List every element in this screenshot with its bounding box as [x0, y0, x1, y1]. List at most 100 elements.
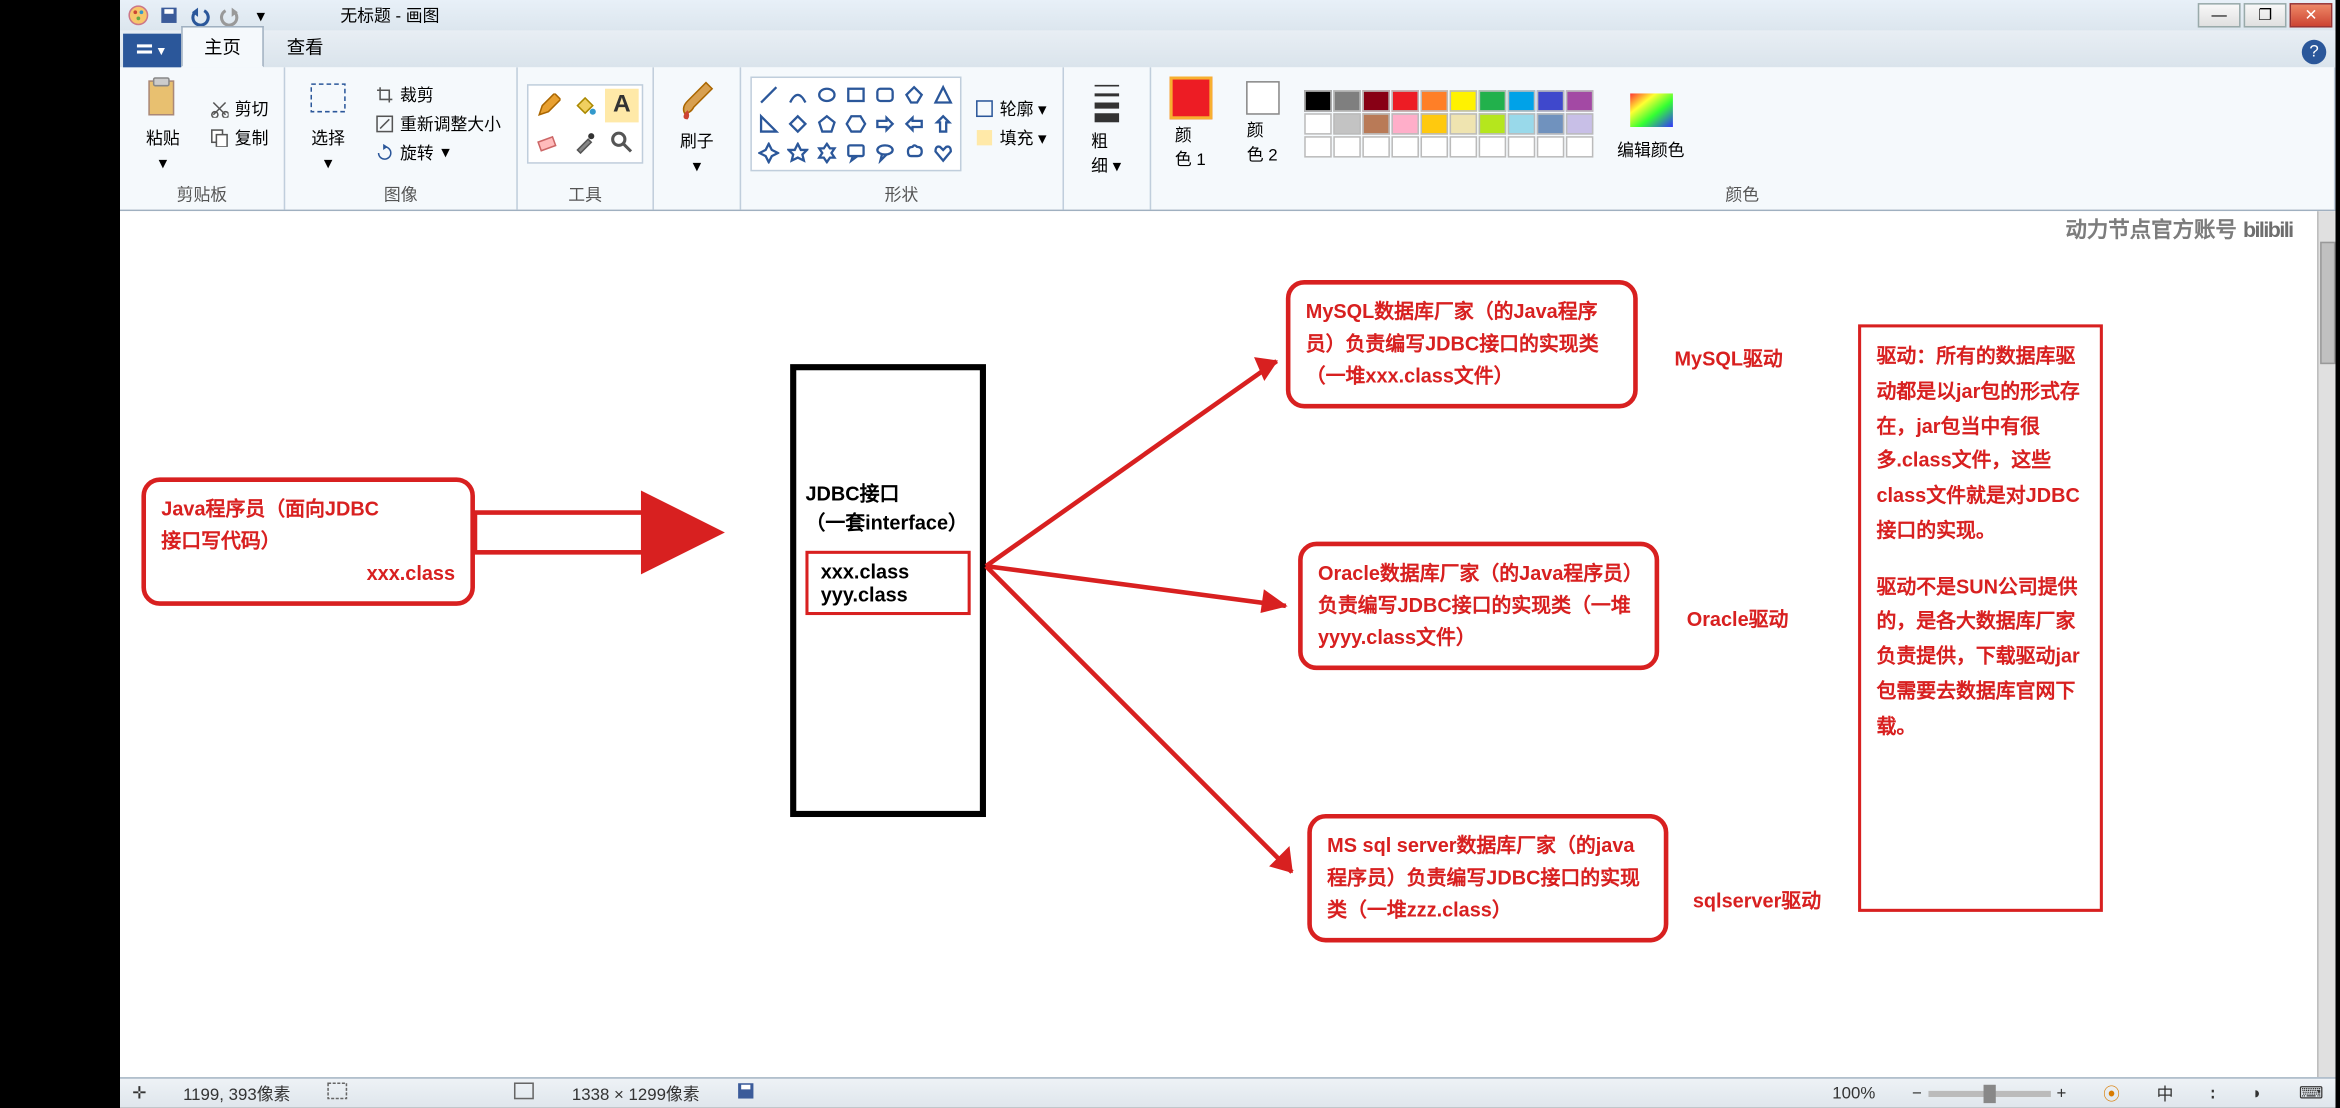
color-swatch[interactable]	[1304, 90, 1332, 111]
canvas-size: 1338 × 1299像素	[572, 1081, 700, 1105]
color-swatch[interactable]	[1536, 112, 1564, 133]
tab-home[interactable]: 主页	[181, 26, 264, 67]
shape-star4-icon[interactable]	[755, 138, 783, 166]
ime-soft-kbd-icon[interactable]: ⌨	[2299, 1083, 2323, 1103]
scroll-thumb[interactable]	[2320, 242, 2335, 364]
shape-arrow-u-icon[interactable]	[929, 109, 957, 137]
help-icon[interactable]: ?	[2302, 40, 2326, 64]
group-shapes: 轮廓▾ 填充▾ 形状	[741, 67, 1063, 209]
arrow-to-mssql	[986, 566, 1323, 903]
color-swatch[interactable]	[1449, 135, 1477, 156]
color1-swatch	[1169, 76, 1212, 119]
color-swatch[interactable]	[1478, 135, 1506, 156]
magnify-tool-icon[interactable]	[605, 125, 639, 159]
outline-button[interactable]: 轮廓▾	[968, 95, 1053, 123]
color-swatch[interactable]	[1536, 135, 1564, 156]
color-swatch[interactable]	[1362, 90, 1390, 111]
color-swatch[interactable]	[1391, 135, 1419, 156]
file-tab[interactable]: ▼	[123, 34, 181, 68]
close-button[interactable]: ✕	[2290, 3, 2333, 27]
copy-button[interactable]: 复制	[203, 124, 275, 152]
qat-dropdown-icon[interactable]: ▾	[249, 3, 273, 27]
color-swatch[interactable]	[1449, 112, 1477, 133]
fill-button[interactable]: 填充▾	[968, 124, 1053, 152]
shape-line-icon[interactable]	[755, 80, 783, 108]
shape-arrow-r-icon[interactable]	[871, 109, 899, 137]
color-swatch[interactable]	[1333, 112, 1361, 133]
shape-arrow-l-icon[interactable]	[900, 109, 928, 137]
shape-rtriangle-icon[interactable]	[755, 109, 783, 137]
ime-icon[interactable]: ⦿	[2103, 1081, 2120, 1105]
vertical-scrollbar[interactable]	[2317, 211, 2335, 1077]
zoom-out-icon[interactable]: −	[1912, 1084, 1922, 1102]
edit-colors-button[interactable]: 编辑颜色	[1608, 82, 1694, 165]
eraser-tool-icon[interactable]	[532, 125, 566, 159]
color-swatch[interactable]	[1478, 90, 1506, 111]
shape-roundrect-icon[interactable]	[871, 80, 899, 108]
shape-callout-rect-icon[interactable]	[842, 138, 870, 166]
thickness-button[interactable]: 粗细 ▾	[1072, 73, 1139, 180]
paste-button[interactable]: 粘贴 ▾	[129, 70, 196, 176]
shape-pentagon-icon[interactable]	[813, 109, 841, 137]
zoom-slider[interactable]: − +	[1912, 1084, 2066, 1102]
pencil-tool-icon[interactable]	[532, 88, 566, 122]
ime-lang[interactable]: 中	[2157, 1081, 2174, 1105]
zoom-in-icon[interactable]: +	[2057, 1084, 2067, 1102]
shape-star5-icon[interactable]	[784, 138, 812, 166]
shape-curve-icon[interactable]	[784, 80, 812, 108]
shape-oval-icon[interactable]	[813, 80, 841, 108]
color-swatch[interactable]	[1565, 135, 1593, 156]
save-icon[interactable]	[157, 3, 181, 27]
shape-rect-icon[interactable]	[842, 80, 870, 108]
ime-punct-icon[interactable]: ꓽ	[2210, 1083, 2215, 1103]
fill-tool-icon[interactable]	[568, 88, 602, 122]
color-swatch[interactable]	[1449, 90, 1477, 111]
color-swatch[interactable]	[1507, 90, 1535, 111]
color-swatch[interactable]	[1420, 90, 1448, 111]
color-swatch[interactable]	[1420, 135, 1448, 156]
rotate-button[interactable]: 旋转▾	[368, 138, 507, 166]
color-swatch[interactable]	[1333, 90, 1361, 111]
picker-tool-icon[interactable]	[568, 125, 602, 159]
color-swatch[interactable]	[1362, 135, 1390, 156]
color-swatch[interactable]	[1333, 135, 1361, 156]
shape-heart-icon[interactable]	[929, 138, 957, 166]
canvas[interactable]: 动力节点官方账号 bilibili Java程序员（面向JDBC 接口写代码） …	[120, 211, 2317, 1077]
color-swatch[interactable]	[1565, 112, 1593, 133]
shape-triangle-icon[interactable]	[929, 80, 957, 108]
color-swatch[interactable]	[1478, 112, 1506, 133]
shape-star6-icon[interactable]	[813, 138, 841, 166]
redo-icon[interactable]	[218, 3, 242, 27]
cut-button[interactable]: 剪切	[203, 95, 275, 123]
shapes-gallery[interactable]	[750, 76, 961, 171]
undo-icon[interactable]	[187, 3, 211, 27]
inner-class-box: xxx.class yyy.class	[805, 551, 970, 615]
color-swatch[interactable]	[1362, 112, 1390, 133]
color-swatch[interactable]	[1304, 112, 1332, 133]
color-swatch[interactable]	[1507, 135, 1535, 156]
color-swatch[interactable]	[1507, 112, 1535, 133]
color2-button[interactable]: 颜 色 2	[1236, 77, 1288, 169]
maximize-button[interactable]: ❐	[2244, 3, 2287, 27]
shape-polygon-icon[interactable]	[900, 80, 928, 108]
color-swatch[interactable]	[1304, 135, 1332, 156]
shape-hexagon-icon[interactable]	[842, 109, 870, 137]
color-swatch[interactable]	[1565, 90, 1593, 111]
quick-access-toolbar: ▾	[120, 3, 279, 27]
color1-button[interactable]: 颜 色 1	[1160, 73, 1221, 174]
color-swatch[interactable]	[1420, 112, 1448, 133]
color-swatch[interactable]	[1391, 90, 1419, 111]
shape-callout-oval-icon[interactable]	[871, 138, 899, 166]
text-tool-icon[interactable]: A	[605, 88, 639, 122]
brush-button[interactable]: 刷子 ▾	[663, 73, 730, 179]
shape-callout-cloud-icon[interactable]	[900, 138, 928, 166]
crop-button[interactable]: 裁剪	[368, 80, 507, 108]
select-button[interactable]: 选择 ▾	[294, 70, 361, 176]
color-swatch[interactable]	[1391, 112, 1419, 133]
shape-diamond-icon[interactable]	[784, 109, 812, 137]
ime-full-icon[interactable]: ◗	[2252, 1084, 2262, 1102]
tab-view[interactable]: 查看	[264, 26, 347, 67]
minimize-button[interactable]: —	[2198, 3, 2241, 27]
color-swatch[interactable]	[1536, 90, 1564, 111]
resize-button[interactable]: 重新调整大小	[368, 109, 507, 137]
